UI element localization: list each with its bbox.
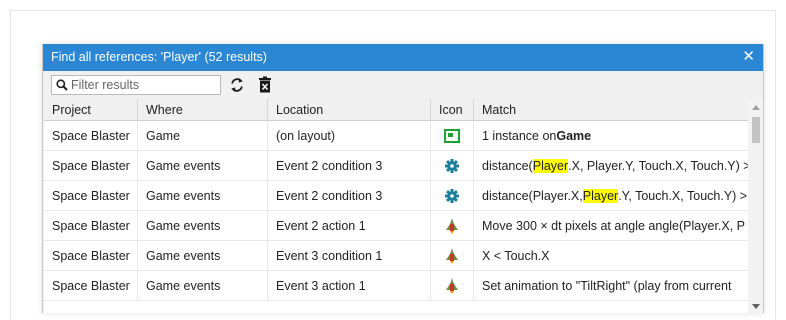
filter-box[interactable]: [51, 75, 221, 95]
match-text: Move 300 × dt pixels at angle angle(Play…: [482, 218, 746, 233]
column-header-match[interactable]: Match: [473, 99, 748, 120]
cell-location: Event 3 action 1: [267, 271, 430, 300]
cell-location: (on layout): [267, 121, 430, 150]
match-bold-text: Game: [556, 128, 592, 143]
cell-project: Space Blaster: [52, 128, 130, 143]
match-text: distance(: [482, 158, 533, 173]
scroll-down-icon[interactable]: [752, 304, 760, 309]
cell-where: Game: [137, 121, 267, 150]
cell-where: Game events: [137, 211, 267, 240]
cell-icon: [430, 271, 473, 300]
sprite-ship-icon: [445, 277, 459, 294]
sprite-ship-icon: [445, 217, 459, 234]
clear-results-icon[interactable]: [258, 76, 274, 94]
cell-match: distance(Player.X, Player.Y, Touch.X, To…: [473, 181, 748, 210]
table-row[interactable]: Space Blaster Game events Event 2 action…: [44, 211, 748, 241]
layout-icon: [444, 128, 460, 143]
table-header: Project Where Location Icon Match: [44, 99, 748, 121]
column-header-where[interactable]: Where: [137, 99, 267, 120]
cell-match: 1 instance on Game: [473, 121, 748, 150]
cell-where: Game events: [137, 151, 267, 180]
match-text-rest: .X, Player.Y, Touch.X, Touch.Y) >: [568, 158, 748, 173]
results-table: Project Where Location Icon Match Space …: [44, 99, 763, 313]
match-text: X < Touch.X: [482, 248, 550, 263]
column-header-icon[interactable]: Icon: [430, 99, 473, 120]
filter-input[interactable]: [71, 77, 216, 93]
table-row[interactable]: Space Blaster Game events Event 3 condit…: [44, 241, 748, 271]
cell-project: Space Blaster: [52, 218, 130, 233]
cell-project: Space Blaster: [52, 248, 130, 263]
cell-match: distance(Player.X, Player.Y, Touch.X, To…: [473, 151, 748, 180]
cell-match: Move 300 × dt pixels at angle angle(Play…: [473, 211, 748, 240]
dialog-titlebar[interactable]: Find all references: 'Player' (52 result…: [43, 44, 763, 71]
sprite-ship-icon: [445, 247, 459, 264]
match-text-rest: .Y, Touch.X, Touch.Y) >: [618, 188, 748, 203]
cell-icon: [430, 151, 473, 180]
table-row[interactable]: Space Blaster Game events Event 2 condit…: [44, 181, 748, 211]
toolbar: [43, 71, 763, 99]
cell-icon: [430, 241, 473, 270]
cell-location: Event 3 condition 1: [267, 241, 430, 270]
scroll-up-icon[interactable]: [752, 105, 760, 110]
refresh-icon[interactable]: [229, 76, 245, 94]
column-header-location[interactable]: Location: [267, 99, 430, 120]
match-highlight: Player: [582, 188, 619, 203]
scrollbar-thumb[interactable]: [752, 117, 760, 143]
cell-icon: [430, 121, 473, 150]
cell-icon: [430, 181, 473, 210]
cell-match: Set animation to "TiltRight" (play from …: [473, 271, 748, 300]
cell-where: Game events: [137, 271, 267, 300]
column-header-project[interactable]: Project: [44, 99, 137, 120]
cell-project: Space Blaster: [52, 278, 130, 293]
dialog-title: Find all references: 'Player' (52 result…: [51, 50, 267, 64]
match-text: 1 instance on: [482, 128, 557, 143]
match-text: Set animation to "TiltRight" (play from …: [482, 278, 732, 293]
cell-location: Event 2 condition 3: [267, 181, 430, 210]
table-row[interactable]: Space Blaster Game events Event 2 condit…: [44, 151, 748, 181]
cell-match: X < Touch.X: [473, 241, 748, 270]
close-icon[interactable]: ✕: [742, 48, 755, 65]
cell-where: Game events: [137, 241, 267, 270]
search-icon: [56, 79, 68, 91]
table-row[interactable]: Space Blaster Game events Event 3 action…: [44, 271, 748, 301]
match-highlight: Player: [532, 158, 569, 173]
cell-project: Space Blaster: [52, 188, 130, 203]
gear-icon: [445, 158, 459, 173]
cell-location: Event 2 condition 3: [267, 151, 430, 180]
match-text: distance(Player.X,: [482, 188, 583, 203]
gear-icon: [445, 188, 459, 203]
cell-project: Space Blaster: [52, 158, 130, 173]
vertical-scrollbar[interactable]: [748, 99, 763, 313]
cell-icon: [430, 211, 473, 240]
cell-where: Game events: [137, 181, 267, 210]
table-row[interactable]: Space Blaster Game (on layout) 1 instanc…: [44, 121, 748, 151]
find-references-dialog: Find all references: 'Player' (52 result…: [42, 44, 764, 313]
cell-location: Event 2 action 1: [267, 211, 430, 240]
